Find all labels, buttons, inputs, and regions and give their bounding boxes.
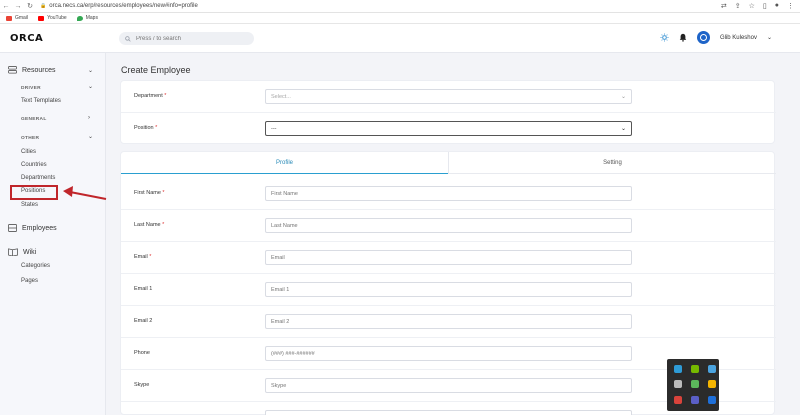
profile-icon[interactable]: ● — [775, 2, 779, 10]
email-row: Email * — [121, 242, 776, 274]
chevron-right-icon[interactable]: › — [88, 115, 90, 121]
bell-icon[interactable] — [679, 33, 687, 42]
tab-setting[interactable]: Setting — [449, 152, 776, 173]
forward-icon[interactable]: → — [12, 3, 24, 10]
email-2-label: Email 2 — [134, 318, 153, 324]
maps-icon — [76, 15, 83, 21]
translate-icon[interactable]: ⇄ — [721, 2, 727, 10]
position-label: Position * — [134, 125, 158, 131]
sidebar-icon[interactable]: ▯ — [763, 2, 767, 10]
sidebar-item-categories[interactable]: Categories — [21, 263, 50, 269]
positions-highlight-box — [10, 185, 58, 200]
first-name-field[interactable] — [265, 186, 632, 201]
youtube-icon — [38, 15, 45, 21]
app-header: ORCA Glib Kuleshov ⌄ — [0, 24, 800, 53]
assignment-card: Department * Select... ⌄ Position * --- … — [120, 80, 776, 145]
share-icon[interactable]: ⇪ — [735, 2, 741, 10]
chevron-down-icon[interactable]: ⌄ — [88, 83, 93, 90]
department-row: Department * Select... ⌄ — [121, 81, 776, 113]
search-input[interactable] — [136, 35, 236, 42]
bookmark-maps[interactable]: Maps — [76, 15, 98, 21]
browser-toolbar: ← → ↻ 🔒 orca.necs.ca/erp/resources/emplo… — [0, 0, 800, 13]
gmail-icon — [6, 15, 12, 21]
last-name-label: Last Name * — [134, 222, 165, 228]
system-tray-popup — [667, 359, 719, 411]
email-1-field[interactable] — [265, 282, 632, 297]
sidebar-group-driver[interactable]: DRIVER — [21, 86, 41, 91]
department-select[interactable]: Select... ⌄ — [265, 89, 632, 104]
position-select[interactable]: --- ⌄ — [265, 121, 632, 136]
next-field[interactable] — [265, 410, 632, 415]
phone-field[interactable] — [265, 346, 632, 361]
lock-icon: 🔒 — [40, 3, 47, 9]
theme-sun-icon[interactable] — [660, 33, 669, 42]
last-name-row: Last Name * — [121, 210, 776, 242]
first-name-row: First Name * — [121, 178, 776, 210]
email-field[interactable] — [265, 250, 632, 265]
page-title: Create Employee — [121, 65, 191, 75]
sidebar-group-other[interactable]: OTHER — [21, 136, 39, 141]
annotation-arrow-icon — [63, 186, 107, 200]
email-1-row: Email 1 — [121, 274, 776, 306]
search-box[interactable] — [119, 32, 254, 45]
tab-profile[interactable]: Profile — [121, 152, 448, 174]
chevron-down-icon[interactable]: ⌄ — [88, 133, 93, 140]
layers-icon — [8, 66, 17, 74]
network-icon[interactable] — [674, 365, 682, 373]
first-name-label: First Name * — [134, 190, 165, 196]
app-logo[interactable]: ORCA — [10, 33, 43, 44]
bookmarks-bar: Gmail YouTube Maps — [0, 13, 800, 24]
phone-label: Phone — [134, 350, 150, 356]
chevron-down-icon[interactable]: ⌄ — [88, 67, 93, 74]
sidebar-item-text-templates[interactable]: Text Templates — [21, 98, 61, 104]
sidebar-item-countries[interactable]: Countries — [21, 162, 47, 168]
department-label: Department * — [134, 93, 167, 99]
sidebar-item-pages[interactable]: Pages — [21, 278, 38, 284]
chrome-icon[interactable] — [708, 380, 716, 389]
email-label: Email * — [134, 254, 152, 260]
sidebar-item-states[interactable]: States — [21, 202, 38, 208]
url-text: orca.necs.ca/erp/resources/employees/new… — [49, 3, 198, 9]
address-bar[interactable]: 🔒 orca.necs.ca/erp/resources/employees/n… — [40, 3, 198, 9]
red-app-icon[interactable] — [674, 395, 682, 404]
menu-icon[interactable]: ⋮ — [787, 2, 794, 10]
skype-label: Skype — [134, 382, 150, 388]
sidebar-item-cities[interactable]: Cities — [21, 149, 36, 155]
form-tabs: Profile Setting — [121, 152, 776, 174]
bookmark-youtube[interactable]: YouTube — [38, 15, 67, 21]
back-icon[interactable]: ← — [0, 3, 12, 10]
sidebar: Resources ⌄ DRIVER ⌄ Text Templates GENE… — [0, 53, 106, 415]
chevron-down-icon: ⌄ — [620, 126, 626, 132]
chevron-down-icon: ⌄ — [620, 94, 626, 100]
sidebar-item-employees[interactable]: Employees — [8, 224, 57, 232]
sidebar-item-departments[interactable]: Departments — [21, 175, 55, 181]
user-name[interactable]: Glib Kuleshov — [720, 35, 757, 41]
search-icon — [125, 35, 131, 42]
reload-icon[interactable]: ↻ — [24, 2, 36, 10]
email-2-field[interactable] — [265, 314, 632, 329]
email-1-label: Email 1 — [134, 286, 153, 292]
settings-icon[interactable] — [674, 380, 682, 389]
sidebar-item-wiki[interactable]: Wiki — [8, 248, 36, 256]
chat-icon[interactable] — [691, 380, 699, 389]
star-icon[interactable]: ☆ — [749, 2, 755, 10]
id-card-icon — [8, 224, 17, 232]
bluetooth-icon[interactable] — [708, 395, 716, 404]
nvidia-icon[interactable] — [691, 365, 699, 373]
skype-field[interactable] — [265, 378, 632, 393]
sidebar-group-general[interactable]: GENERAL — [21, 117, 47, 122]
sidebar-item-resources[interactable]: Resources — [8, 66, 55, 74]
book-icon — [8, 248, 18, 256]
app-icon[interactable] — [708, 365, 716, 373]
avatar[interactable] — [696, 31, 710, 44]
teams-icon[interactable] — [691, 395, 699, 404]
bookmark-gmail[interactable]: Gmail — [6, 15, 28, 21]
chevron-down-icon[interactable]: ⌄ — [767, 34, 772, 41]
position-row: Position * --- ⌄ — [121, 113, 776, 145]
email-2-row: Email 2 — [121, 306, 776, 338]
last-name-field[interactable] — [265, 218, 632, 233]
